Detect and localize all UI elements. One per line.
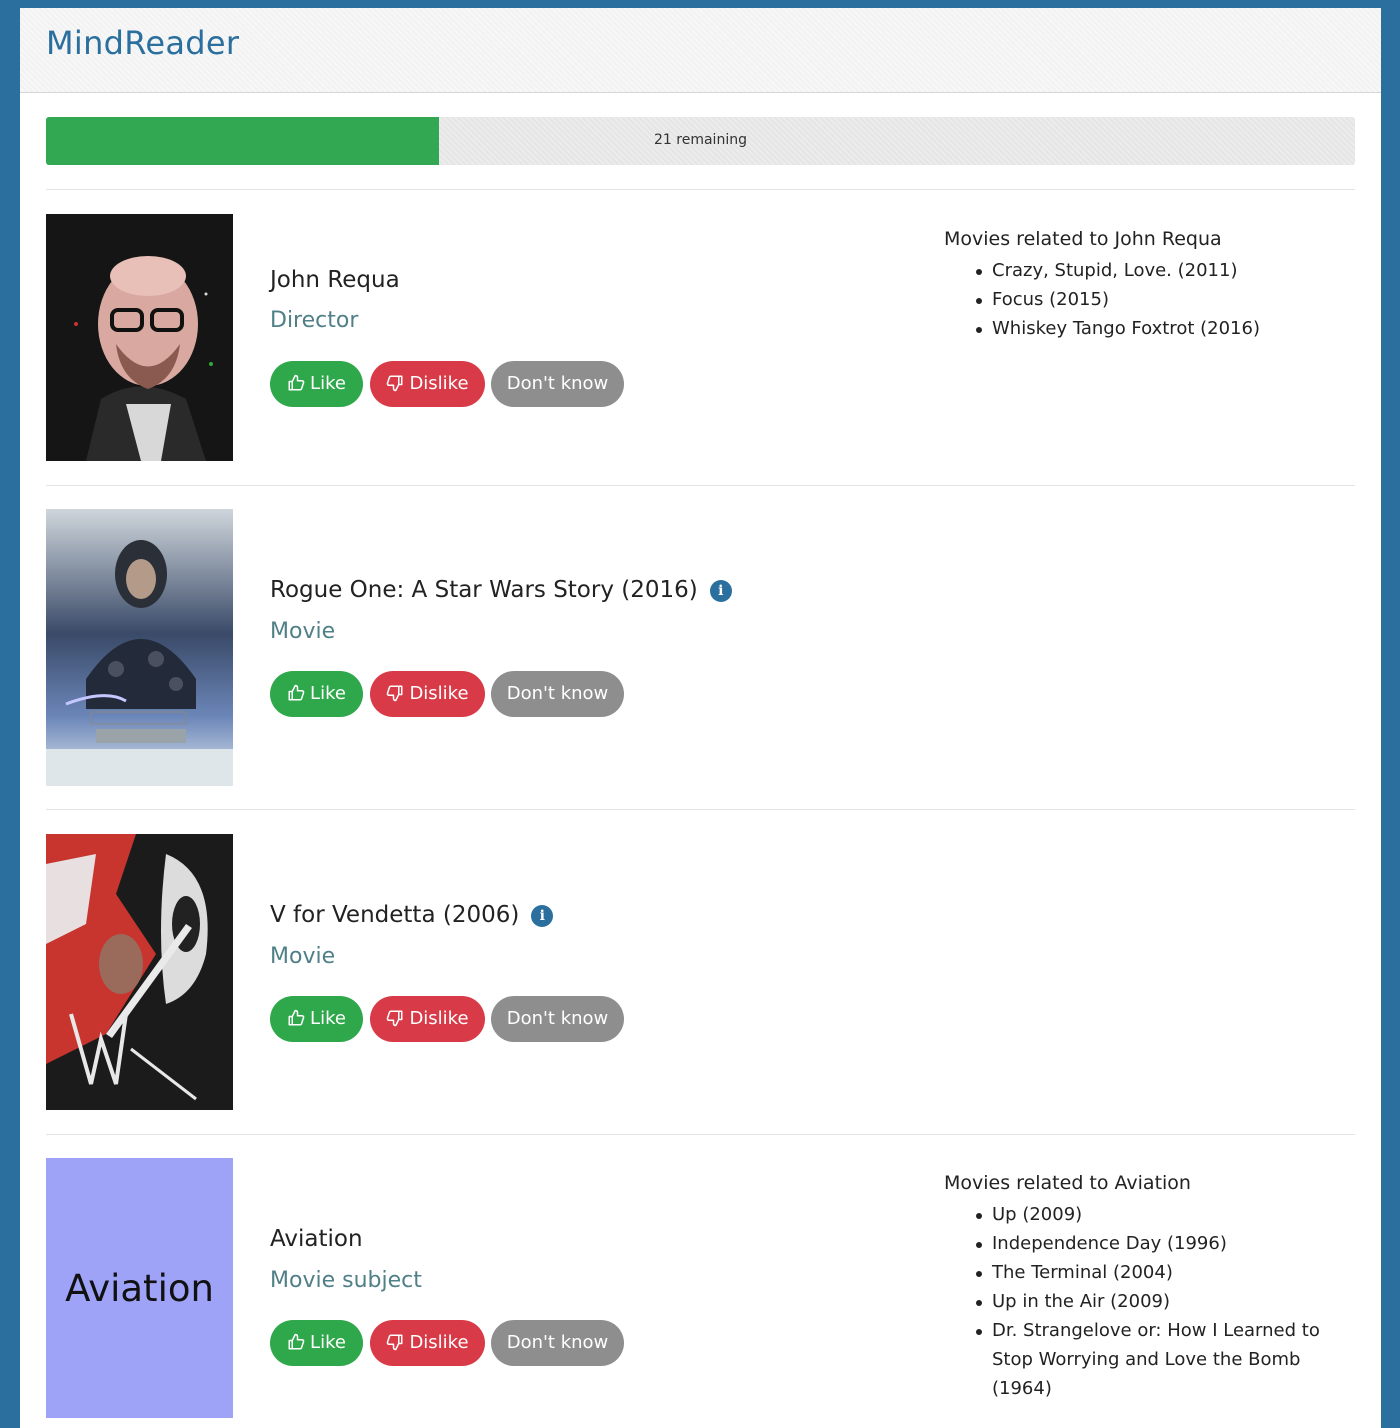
entity-type: Movie [270,944,336,969]
divider [46,809,1355,810]
thumbs-up-icon [287,364,305,410]
dont-know-button[interactable]: Don't know [491,671,624,717]
progress-label: 21 remaining [654,132,747,148]
entity-type: Movie [270,619,336,644]
entity-title: V for Vendetta (2006) i [270,902,554,928]
related-movies-list: Crazy, Stupid, Love. (2011) Focus (2015)… [944,256,1344,343]
dont-know-button[interactable]: Don't know [491,1320,624,1366]
divider [46,189,1355,190]
divider [46,485,1355,486]
dislike-button[interactable]: Dislike [370,361,485,407]
brand-logo[interactable]: MindReader [46,24,239,62]
main-panel: MindReader 21 remaining John Requa Direc… [20,8,1381,1428]
dont-know-button[interactable]: Don't know [491,996,624,1042]
entity-image [46,834,233,1110]
thumbs-down-icon [386,674,404,720]
like-button[interactable]: Like [270,1320,363,1366]
movie-poster [46,509,233,786]
entity-card-rogue-one: Rogue One: A Star Wars Story (2016) i Mov… [46,509,1355,786]
movie-poster [46,834,233,1110]
dislike-label: Dislike [409,683,469,704]
related-movie-item: The Terminal (2004) [976,1258,1344,1287]
entity-card-v-for-vendetta: V for Vendetta (2006) i Movie Like Dislik… [46,834,1355,1110]
entity-title-text: V for Vendetta (2006) [270,902,520,928]
related-movies-list: Up (2009) Independence Day (1996) The Te… [944,1200,1344,1403]
entity-type: Movie subject [270,1268,422,1293]
subject-image: Aviation [46,1158,233,1418]
entity-title: Rogue One: A Star Wars Story (2016) i [270,577,732,603]
like-button[interactable]: Like [270,361,363,407]
divider [46,1134,1355,1135]
related-movie-item: Independence Day (1996) [976,1229,1344,1258]
related-movie-item: Focus (2015) [976,285,1344,314]
thumbs-up-icon [287,674,305,720]
entity-title: John Requa [270,267,400,293]
dislike-button[interactable]: Dislike [370,1320,485,1366]
entity-card-aviation: Aviation Aviation Movie subject Like Dis… [46,1158,1355,1418]
like-label: Like [310,683,346,704]
entity-title-text: Rogue One: A Star Wars Story (2016) [270,577,698,603]
dislike-button[interactable]: Dislike [370,996,485,1042]
entity-type: Director [270,308,359,333]
dislike-label: Dislike [409,373,469,394]
related-movies-title: Movies related to Aviation [944,1172,1191,1194]
dislike-button[interactable]: Dislike [370,671,485,717]
thumbs-up-icon [287,999,305,1045]
related-movie-item: Up in the Air (2009) [976,1287,1344,1316]
related-movie-item: Up (2009) [976,1200,1344,1229]
like-label: Like [310,373,346,394]
dislike-label: Dislike [409,1332,469,1353]
dislike-label: Dislike [409,1008,469,1029]
entity-title: Aviation [270,1226,363,1252]
related-movie-item: Whiskey Tango Foxtrot (2016) [976,314,1344,343]
dont-know-button[interactable]: Don't know [491,361,624,407]
portrait-photo [46,214,233,461]
subject-image-text: Aviation [65,1266,214,1310]
like-label: Like [310,1008,346,1029]
related-movies-panel: Movies related to John Requa Crazy, Stup… [944,228,1344,343]
like-label: Like [310,1332,346,1353]
like-button[interactable]: Like [270,996,363,1042]
like-button[interactable]: Like [270,671,363,717]
progress-bar: 21 remaining [46,117,1355,165]
thumbs-down-icon [386,364,404,410]
entity-image [46,214,233,461]
related-movies-title: Movies related to John Requa [944,228,1222,250]
info-icon[interactable]: i [709,580,732,602]
entity-card-john-requa: John Requa Director Like Dislike Don't k… [46,214,1355,461]
thumbs-down-icon [386,999,404,1045]
related-movie-item: Crazy, Stupid, Love. (2011) [976,256,1344,285]
entity-image [46,509,233,786]
thumbs-down-icon [386,1323,404,1369]
thumbs-up-icon [287,1323,305,1369]
navbar: MindReader [20,8,1381,93]
related-movies-panel: Movies related to Aviation Up (2009) Ind… [944,1172,1344,1403]
related-movie-item: Dr. Strangelove or: How I Learned to Sto… [976,1316,1344,1403]
info-icon[interactable]: i [531,905,554,927]
